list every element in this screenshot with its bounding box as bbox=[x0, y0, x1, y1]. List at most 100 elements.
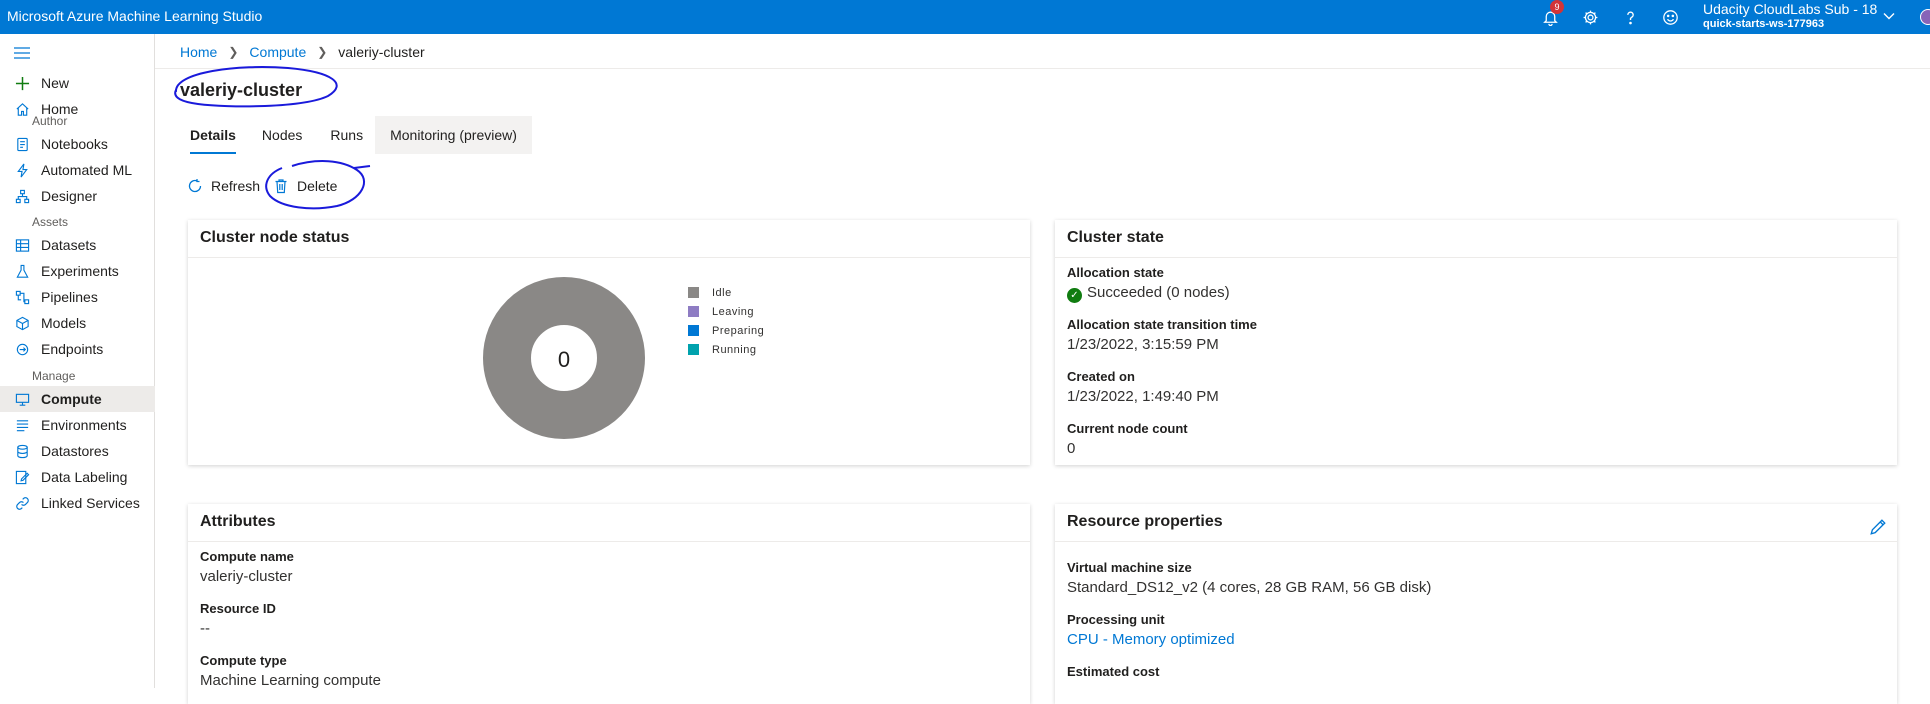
sidebar-item-label: Notebooks bbox=[41, 136, 108, 152]
delete-button[interactable]: Delete bbox=[273, 175, 337, 197]
app-title[interactable]: Microsoft Azure Machine Learning Studio bbox=[7, 8, 262, 24]
sidebar-item-label: Datasets bbox=[41, 237, 97, 253]
refresh-button[interactable]: Refresh bbox=[187, 175, 260, 197]
sidebar-item-automated-ml[interactable]: Automated ML bbox=[0, 157, 155, 183]
transition-time-value: 1/23/2022, 3:15:59 PM bbox=[1067, 336, 1219, 353]
pencil-edit-icon[interactable] bbox=[1869, 518, 1887, 541]
legend-item-idle: Idle bbox=[688, 283, 764, 302]
legend-swatch bbox=[688, 325, 699, 336]
tab-monitoring[interactable]: Monitoring (preview) bbox=[375, 116, 532, 154]
sidebar-item-label: Models bbox=[41, 315, 87, 331]
card-title: Resource properties bbox=[1067, 513, 1223, 530]
allocation-state-value: ✓ Succeeded (0 nodes) bbox=[1067, 284, 1230, 303]
compute-name-label: Compute name bbox=[200, 549, 294, 564]
card-divider bbox=[1055, 257, 1897, 258]
tab-details[interactable]: Details bbox=[180, 116, 246, 154]
home-icon bbox=[14, 101, 30, 117]
card-title: Cluster node status bbox=[200, 229, 350, 246]
tab-bar: Details Nodes Runs Monitoring (preview) bbox=[180, 116, 532, 154]
trash-icon bbox=[273, 178, 289, 194]
chevron-down-icon[interactable] bbox=[1882, 9, 1896, 28]
sidebar-item-designer[interactable]: Designer bbox=[0, 183, 155, 209]
chevron-right-icon: ❯ bbox=[228, 45, 239, 59]
account-info[interactable]: Udacity CloudLabs Sub - 18 quick-starts-… bbox=[1703, 2, 1877, 32]
processing-unit-label: Processing unit bbox=[1067, 612, 1165, 627]
sidebar-item-datastores[interactable]: Datastores bbox=[0, 438, 155, 464]
compute-type-value: Machine Learning compute bbox=[200, 672, 381, 689]
legend-swatch bbox=[688, 287, 699, 298]
help-icon[interactable] bbox=[1619, 6, 1641, 28]
computer-icon bbox=[14, 391, 30, 407]
allocation-state-label: Allocation state bbox=[1067, 265, 1164, 280]
dataset-icon bbox=[14, 237, 30, 253]
sidebar-item-compute[interactable]: Compute bbox=[0, 386, 155, 412]
legend-item-preparing: Preparing bbox=[688, 321, 764, 340]
pipeline-icon bbox=[14, 289, 30, 305]
lightning-icon bbox=[14, 162, 30, 178]
compute-name-value: valeriy-cluster bbox=[200, 568, 293, 585]
page-title: valeriy-cluster bbox=[180, 80, 303, 100]
donut-total: 0 bbox=[558, 347, 570, 372]
cluster-node-status-card: Cluster node status 0 Idle Leaving Prepa… bbox=[188, 220, 1030, 465]
legend-item-running: Running bbox=[688, 340, 764, 359]
card-title: Cluster state bbox=[1067, 229, 1164, 246]
created-on-label: Created on bbox=[1067, 369, 1135, 384]
legend-label: Running bbox=[712, 343, 757, 356]
legend-label: Preparing bbox=[712, 324, 765, 337]
sidebar-item-notebooks[interactable]: Notebooks bbox=[0, 131, 155, 157]
sidebar-item-home[interactable]: Home bbox=[0, 96, 155, 122]
created-on-value: 1/23/2022, 1:49:40 PM bbox=[1067, 388, 1219, 405]
sidebar: New Home Author Notebooks Automated ML D… bbox=[0, 34, 155, 688]
sidebar-item-experiments[interactable]: Experiments bbox=[0, 258, 155, 284]
legend-label: Idle bbox=[712, 286, 732, 299]
sidebar-item-endpoints[interactable]: Endpoints bbox=[0, 336, 155, 362]
sidebar-item-label: Automated ML bbox=[41, 162, 133, 178]
legend-item-leaving: Leaving bbox=[688, 302, 764, 321]
sidebar-item-label: Compute bbox=[41, 391, 102, 407]
vm-size-label: Virtual machine size bbox=[1067, 560, 1192, 575]
tab-nodes[interactable]: Nodes bbox=[246, 116, 318, 154]
attributes-card: Attributes Compute name valeriy-cluster … bbox=[188, 504, 1030, 704]
refresh-icon bbox=[187, 178, 203, 194]
cluster-state-card: Cluster state Allocation state ✓ Succeede… bbox=[1055, 220, 1897, 465]
estimated-cost-label: Estimated cost bbox=[1067, 664, 1160, 679]
label-edit-icon bbox=[14, 469, 30, 485]
tab-runs[interactable]: Runs bbox=[318, 116, 375, 154]
sidebar-item-data-labeling[interactable]: Data Labeling bbox=[0, 464, 155, 490]
sidebar-item-new[interactable]: New bbox=[0, 70, 155, 96]
endpoint-icon bbox=[14, 341, 30, 357]
sidebar-item-linked-services[interactable]: Linked Services bbox=[0, 490, 155, 516]
cube-icon bbox=[14, 315, 30, 331]
resource-id-value: -- bbox=[200, 620, 210, 637]
sidebar-item-label: Endpoints bbox=[41, 341, 104, 357]
delete-label: Delete bbox=[297, 178, 338, 194]
breadcrumb: Home ❯ Compute ❯ valeriy-cluster bbox=[180, 44, 425, 60]
avatar[interactable] bbox=[1920, 9, 1930, 25]
sidebar-item-label: Pipelines bbox=[41, 289, 98, 305]
card-divider bbox=[1055, 541, 1897, 542]
card-title: Attributes bbox=[200, 513, 276, 530]
node-count-value: 0 bbox=[1067, 440, 1076, 457]
top-bar: Microsoft Azure Machine Learning Studio … bbox=[0, 0, 1930, 34]
breadcrumb-compute-link[interactable]: Compute bbox=[249, 44, 306, 60]
feedback-smiley-icon[interactable] bbox=[1659, 6, 1681, 28]
breadcrumb-home-link[interactable]: Home bbox=[180, 44, 217, 60]
node-count-label: Current node count bbox=[1067, 421, 1188, 436]
processing-unit-link[interactable]: CPU - Memory optimized bbox=[1067, 631, 1235, 648]
section-author: Author bbox=[32, 114, 68, 128]
section-manage: Manage bbox=[32, 369, 76, 383]
database-icon bbox=[14, 443, 30, 459]
legend-swatch bbox=[688, 306, 699, 317]
sidebar-item-pipelines[interactable]: Pipelines bbox=[0, 284, 155, 310]
allocation-state-text: Succeeded (0 nodes) bbox=[1087, 284, 1230, 301]
gear-icon[interactable] bbox=[1579, 6, 1601, 28]
resource-id-label: Resource ID bbox=[200, 601, 276, 616]
resource-properties-card: Resource properties Virtual machine size… bbox=[1055, 504, 1897, 704]
sidebar-item-environments[interactable]: Environments bbox=[0, 412, 155, 438]
sidebar-item-datasets[interactable]: Datasets bbox=[0, 232, 155, 258]
account-name: Udacity CloudLabs Sub - 18 bbox=[1703, 1, 1878, 17]
sidebar-item-models[interactable]: Models bbox=[0, 310, 155, 336]
sidebar-item-label: Environments bbox=[41, 417, 127, 433]
hamburger-menu-icon[interactable] bbox=[14, 46, 30, 65]
plus-icon bbox=[14, 75, 30, 91]
